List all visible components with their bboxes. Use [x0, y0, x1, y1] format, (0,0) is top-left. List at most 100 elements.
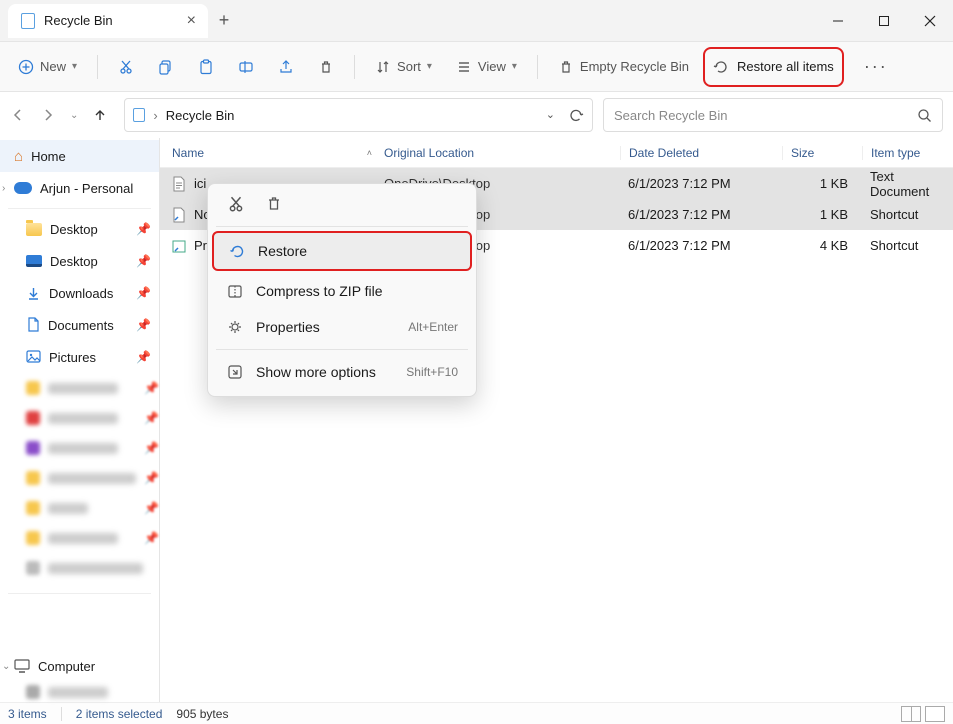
date-deleted: 6/1/2023 7:12 PM — [628, 238, 731, 253]
up-button[interactable] — [92, 107, 108, 123]
recent-locations-button[interactable]: ⌄ — [70, 110, 78, 121]
sidebar-item-hidden[interactable]: 📌 — [0, 433, 159, 463]
restore-icon — [228, 243, 246, 260]
column-label: Item type — [871, 146, 920, 160]
sidebar-item-label: Pictures — [49, 350, 96, 365]
sort-label: Sort — [397, 59, 421, 74]
pin-icon: 📌 — [136, 222, 151, 236]
sidebar-item-desktop[interactable]: Desktop 📌 — [0, 213, 159, 245]
refresh-button[interactable] — [569, 108, 584, 123]
maximize-button[interactable] — [861, 0, 907, 42]
new-button[interactable]: New ▾ — [8, 49, 87, 85]
view-button[interactable]: View ▾ — [446, 49, 527, 85]
tab-recycle-bin[interactable]: Recycle Bin × — [8, 4, 208, 38]
sidebar-item-desktop-2[interactable]: Desktop 📌 — [0, 245, 159, 277]
show-more-icon — [226, 364, 244, 380]
status-bar: 3 items 2 items selected 905 bytes — [0, 702, 953, 724]
back-button[interactable] — [10, 107, 26, 123]
item-count: 3 items — [8, 707, 47, 721]
sidebar-item-label: Desktop — [50, 254, 98, 269]
sidebar-item-hidden[interactable]: 📌 — [0, 463, 159, 493]
toolbar: New ▾ Sort ▾ View ▾ Empty Recycl — [0, 42, 953, 92]
share-icon — [278, 59, 294, 75]
context-menu-properties[interactable]: Properties Alt+Enter — [212, 309, 472, 345]
sidebar-item-downloads[interactable]: Downloads 📌 — [0, 277, 159, 309]
column-label: Original Location — [384, 146, 474, 160]
menu-label: Show more options — [256, 364, 376, 380]
column-name[interactable]: Name ˄ — [172, 146, 384, 160]
delete-button[interactable] — [308, 49, 344, 85]
sidebar-item-documents[interactable]: Documents 📌 — [0, 309, 159, 341]
date-deleted: 6/1/2023 7:12 PM — [628, 207, 731, 222]
sort-button[interactable]: Sort ▾ — [365, 49, 442, 85]
chevron-right-icon[interactable]: › — [2, 183, 5, 194]
search-placeholder: Search Recycle Bin — [614, 108, 727, 123]
context-menu-restore[interactable]: Restore — [212, 231, 472, 271]
column-label: Name — [172, 146, 204, 160]
divider — [8, 593, 151, 594]
breadcrumb-sep: › — [153, 108, 157, 123]
context-menu-compress[interactable]: Compress to ZIP file — [212, 273, 472, 309]
paste-icon — [198, 59, 214, 75]
address-dropdown-button[interactable]: ⌄ — [546, 108, 555, 123]
share-button[interactable] — [268, 49, 304, 85]
context-menu-show-more[interactable]: Show more options Shift+F10 — [212, 354, 472, 390]
onedrive-icon — [14, 182, 32, 194]
minimize-button[interactable] — [815, 0, 861, 42]
delete-icon — [318, 59, 334, 75]
add-tab-button[interactable]: + — [208, 10, 240, 31]
breadcrumb[interactable]: Recycle Bin — [166, 108, 235, 123]
new-label: New — [40, 59, 66, 74]
column-date-deleted[interactable]: Date Deleted — [620, 146, 782, 160]
more-button[interactable]: ··· — [854, 49, 898, 85]
sidebar-item-home[interactable]: ⌂ Home — [0, 140, 159, 172]
search-input[interactable]: Search Recycle Bin — [603, 98, 943, 132]
shortcut-icon — [172, 207, 186, 223]
column-item-type[interactable]: Item type — [862, 146, 953, 160]
empty-recycle-bin-button[interactable]: Empty Recycle Bin — [548, 49, 699, 85]
text-file-icon — [172, 176, 186, 192]
home-icon: ⌂ — [14, 148, 23, 165]
context-menu: Restore Compress to ZIP file Properties … — [207, 183, 477, 397]
sidebar-item-label: Home — [31, 149, 66, 164]
sidebar-item-hidden[interactable]: 📌 — [0, 373, 159, 403]
chevron-down-icon: ▾ — [512, 61, 517, 72]
delete-icon[interactable] — [264, 194, 284, 214]
forward-button[interactable] — [40, 107, 56, 123]
cut-icon[interactable] — [226, 194, 246, 214]
sidebar: ⌂ Home › Arjun - Personal Desktop 📌 Desk… — [0, 138, 160, 702]
address-bar[interactable]: › Recycle Bin ⌄ — [124, 98, 593, 132]
search-icon — [917, 108, 932, 123]
rename-button[interactable] — [228, 49, 264, 85]
sidebar-item-hidden[interactable] — [0, 553, 159, 583]
sort-asc-icon: ˄ — [367, 148, 372, 158]
sidebar-item-pictures[interactable]: Pictures 📌 — [0, 341, 159, 373]
copy-button[interactable] — [148, 49, 184, 85]
restore-all-items-button[interactable]: Restore all items — [703, 47, 844, 87]
tab-label: Recycle Bin — [44, 13, 113, 28]
close-window-button[interactable] — [907, 0, 953, 42]
sidebar-item-hidden[interactable]: 📌 — [0, 493, 159, 523]
pin-icon: 📌 — [136, 318, 151, 332]
column-original-location[interactable]: Original Location — [384, 146, 620, 160]
pin-icon: 📌 — [136, 350, 151, 364]
sidebar-item-hidden[interactable] — [0, 682, 159, 702]
details-view-button[interactable] — [901, 706, 921, 722]
download-icon — [26, 286, 41, 301]
menu-label: Properties — [256, 319, 320, 335]
paste-button[interactable] — [188, 49, 224, 85]
sidebar-item-onedrive-personal[interactable]: › Arjun - Personal — [0, 172, 159, 204]
divider — [97, 55, 98, 79]
pin-icon: 📌 — [136, 254, 151, 268]
sidebar-item-label: Desktop — [50, 222, 98, 237]
thumbnails-view-button[interactable] — [925, 706, 945, 722]
column-size[interactable]: Size — [782, 146, 862, 160]
sidebar-item-hidden[interactable]: 📌 — [0, 523, 159, 553]
sidebar-item-computer[interactable]: ⌄ Computer — [0, 650, 159, 682]
close-tab-icon[interactable]: × — [187, 12, 196, 30]
sidebar-item-hidden[interactable]: 📌 — [0, 403, 159, 433]
chevron-down-icon[interactable]: ⌄ — [2, 661, 10, 672]
file-size: 1 KB — [820, 176, 848, 191]
menu-label: Compress to ZIP file — [256, 283, 383, 299]
cut-button[interactable] — [108, 49, 144, 85]
